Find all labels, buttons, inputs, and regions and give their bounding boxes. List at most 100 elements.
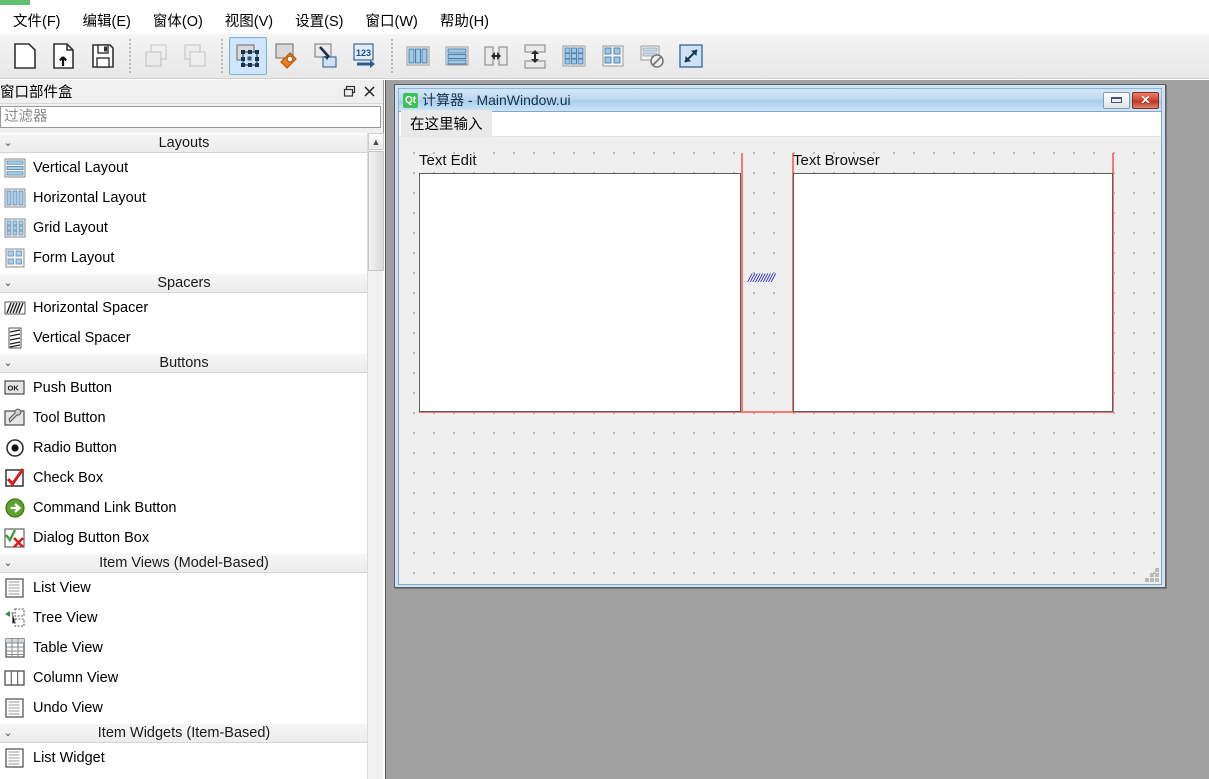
- widget-item-radio-button[interactable]: Radio Button: [0, 433, 368, 463]
- widget-item-vertical-spacer[interactable]: Vertical Spacer: [0, 323, 368, 353]
- widget-item-label: Grid Layout: [33, 220, 108, 236]
- break-layout-button[interactable]: [633, 37, 671, 75]
- table-view-icon: [3, 636, 27, 660]
- widget-item-dialog-button-box[interactable]: Dialog Button Box: [0, 523, 368, 553]
- layout-horizontally-button[interactable]: [399, 37, 437, 75]
- widget-item-horizontal-layout[interactable]: Horizontal Layout: [0, 183, 368, 213]
- toolbar-separator: [221, 39, 223, 73]
- text-browser-widget[interactable]: [793, 173, 1113, 412]
- close-button[interactable]: ✕: [1132, 92, 1159, 109]
- close-icon[interactable]: [359, 82, 379, 102]
- minimize-icon: [1111, 97, 1122, 103]
- new-file-button[interactable]: [6, 37, 44, 75]
- redo-icon: [181, 42, 209, 70]
- widget-item-list-view[interactable]: List View: [0, 573, 368, 603]
- edit-widgets-mode-button[interactable]: [229, 37, 267, 75]
- widget-item-label: Check Box: [33, 470, 103, 486]
- widget-item-label: Vertical Spacer: [33, 330, 131, 346]
- layout-splitter-horizontal-button[interactable]: [477, 37, 515, 75]
- chevron-down-icon: ⌄: [2, 277, 14, 289]
- widget-item-form-layout[interactable]: Form Layout: [0, 243, 368, 273]
- tool-button-icon: [3, 406, 27, 430]
- vertical-layout-icon: [3, 156, 27, 180]
- widget-item-label: Command Link Button: [33, 500, 176, 516]
- widget-item-label: Dialog Button Box: [33, 530, 149, 546]
- widget-item-label: List View: [33, 580, 91, 596]
- filter-input[interactable]: [0, 106, 381, 128]
- menu-settings[interactable]: 设置(S): [284, 7, 354, 35]
- layout-form-button[interactable]: [594, 37, 632, 75]
- menu-form[interactable]: 窗体(O): [142, 7, 214, 35]
- redo-button[interactable]: [176, 37, 214, 75]
- open-file-icon: [51, 42, 77, 70]
- edit-signals-slots-mode-icon: [273, 42, 301, 70]
- layout-splitter-vertical-button[interactable]: [516, 37, 554, 75]
- edit-tab-order-mode-icon: 123: [351, 42, 379, 70]
- layout-splitter-horizontal-icon: [482, 42, 510, 70]
- layout-horizontally-icon: [404, 42, 432, 70]
- menu-edit[interactable]: 编辑(E): [72, 7, 142, 35]
- widget-item-horizontal-spacer[interactable]: Horizontal Spacer: [0, 293, 368, 323]
- scrollbar-thumb[interactable]: [368, 151, 384, 271]
- mdi-area: Qt 计算器 - MainWindow.ui ✕ 在这里输入: [385, 80, 1209, 779]
- text-edit-widget[interactable]: [419, 173, 741, 412]
- list-widget-icon: [3, 746, 27, 770]
- widget-item-push-button[interactable]: OK Push Button: [0, 373, 368, 403]
- widget-item-command-link-button[interactable]: Command Link Button: [0, 493, 368, 523]
- grid-layout-icon: [3, 216, 27, 240]
- widget-item-undo-view[interactable]: Undo View: [0, 693, 368, 723]
- minimize-button[interactable]: [1103, 92, 1130, 109]
- dialog-button-box-icon: [3, 526, 27, 550]
- toolbar-separator: [391, 39, 393, 73]
- widget-item-list-widget[interactable]: List Widget: [0, 743, 368, 773]
- chevron-up-icon[interactable]: ▲: [368, 133, 384, 150]
- widget-box-scrollbar[interactable]: ▲: [367, 133, 383, 779]
- group-header-layouts[interactable]: ⌄ Layouts: [0, 133, 368, 153]
- widget-item-grid-layout[interactable]: Grid Layout: [0, 213, 368, 243]
- widget-item-vertical-layout[interactable]: Vertical Layout: [0, 153, 368, 183]
- form-menubar-placeholder[interactable]: 在这里输入: [401, 110, 492, 138]
- group-header-buttons[interactable]: ⌄ Buttons: [0, 353, 368, 373]
- text-browser-label[interactable]: Text Browser: [793, 152, 880, 169]
- edit-tab-order-mode-button[interactable]: 123: [346, 37, 384, 75]
- group-header-item-widgets[interactable]: ⌄ Item Widgets (Item-Based): [0, 723, 368, 743]
- open-file-button[interactable]: [45, 37, 83, 75]
- float-icon[interactable]: [339, 82, 359, 102]
- widget-item-check-box[interactable]: Check Box: [0, 463, 368, 493]
- group-title: Item Views (Model-Based): [99, 555, 269, 571]
- edit-signals-slots-mode-button[interactable]: [268, 37, 306, 75]
- edit-buddies-mode-icon: [312, 42, 340, 70]
- menu-help[interactable]: 帮助(H): [429, 7, 500, 35]
- form-canvas[interactable]: Text Edit ////////// Text Browser: [399, 137, 1161, 584]
- widget-item-label: Vertical Layout: [33, 160, 128, 176]
- layout-grid-button[interactable]: [555, 37, 593, 75]
- edit-buddies-mode-button[interactable]: [307, 37, 345, 75]
- menu-file[interactable]: 文件(F): [2, 7, 72, 35]
- toolbar-separator: [129, 39, 131, 73]
- group-header-item-views[interactable]: ⌄ Item Views (Model-Based): [0, 553, 368, 573]
- undo-view-icon: [3, 696, 27, 720]
- text-edit-label[interactable]: Text Edit: [419, 152, 477, 169]
- widget-item-tool-button[interactable]: Tool Button: [0, 403, 368, 433]
- widget-item-label: Push Button: [33, 380, 112, 396]
- menu-view[interactable]: 视图(V): [214, 7, 284, 35]
- widget-item-column-view[interactable]: Column View: [0, 663, 368, 693]
- layout-vertically-button[interactable]: [438, 37, 476, 75]
- widget-list[interactable]: ⌄ Layouts Vertical Layout: [0, 133, 384, 779]
- horizontal-spacer-indicator[interactable]: //////////: [748, 271, 774, 284]
- qt-logo-icon: Qt: [403, 93, 418, 108]
- save-file-button[interactable]: [84, 37, 122, 75]
- adjust-size-button[interactable]: [672, 37, 710, 75]
- undo-button[interactable]: [137, 37, 175, 75]
- widget-item-label: Tool Button: [33, 410, 106, 426]
- widget-item-table-view[interactable]: Table View: [0, 633, 368, 663]
- resize-grip[interactable]: [1145, 568, 1159, 582]
- layout-guide-left: [741, 153, 743, 413]
- mdi-titlebar[interactable]: Qt 计算器 - MainWindow.ui ✕: [398, 88, 1162, 111]
- svg-text:OK: OK: [8, 384, 20, 393]
- mdi-child-window[interactable]: Qt 计算器 - MainWindow.ui ✕ 在这里输入: [394, 84, 1166, 588]
- group-header-spacers[interactable]: ⌄ Spacers: [0, 273, 368, 293]
- widget-item-tree-view[interactable]: Tree View: [0, 603, 368, 633]
- menu-window[interactable]: 窗口(W): [354, 7, 428, 35]
- save-file-icon: [90, 42, 116, 70]
